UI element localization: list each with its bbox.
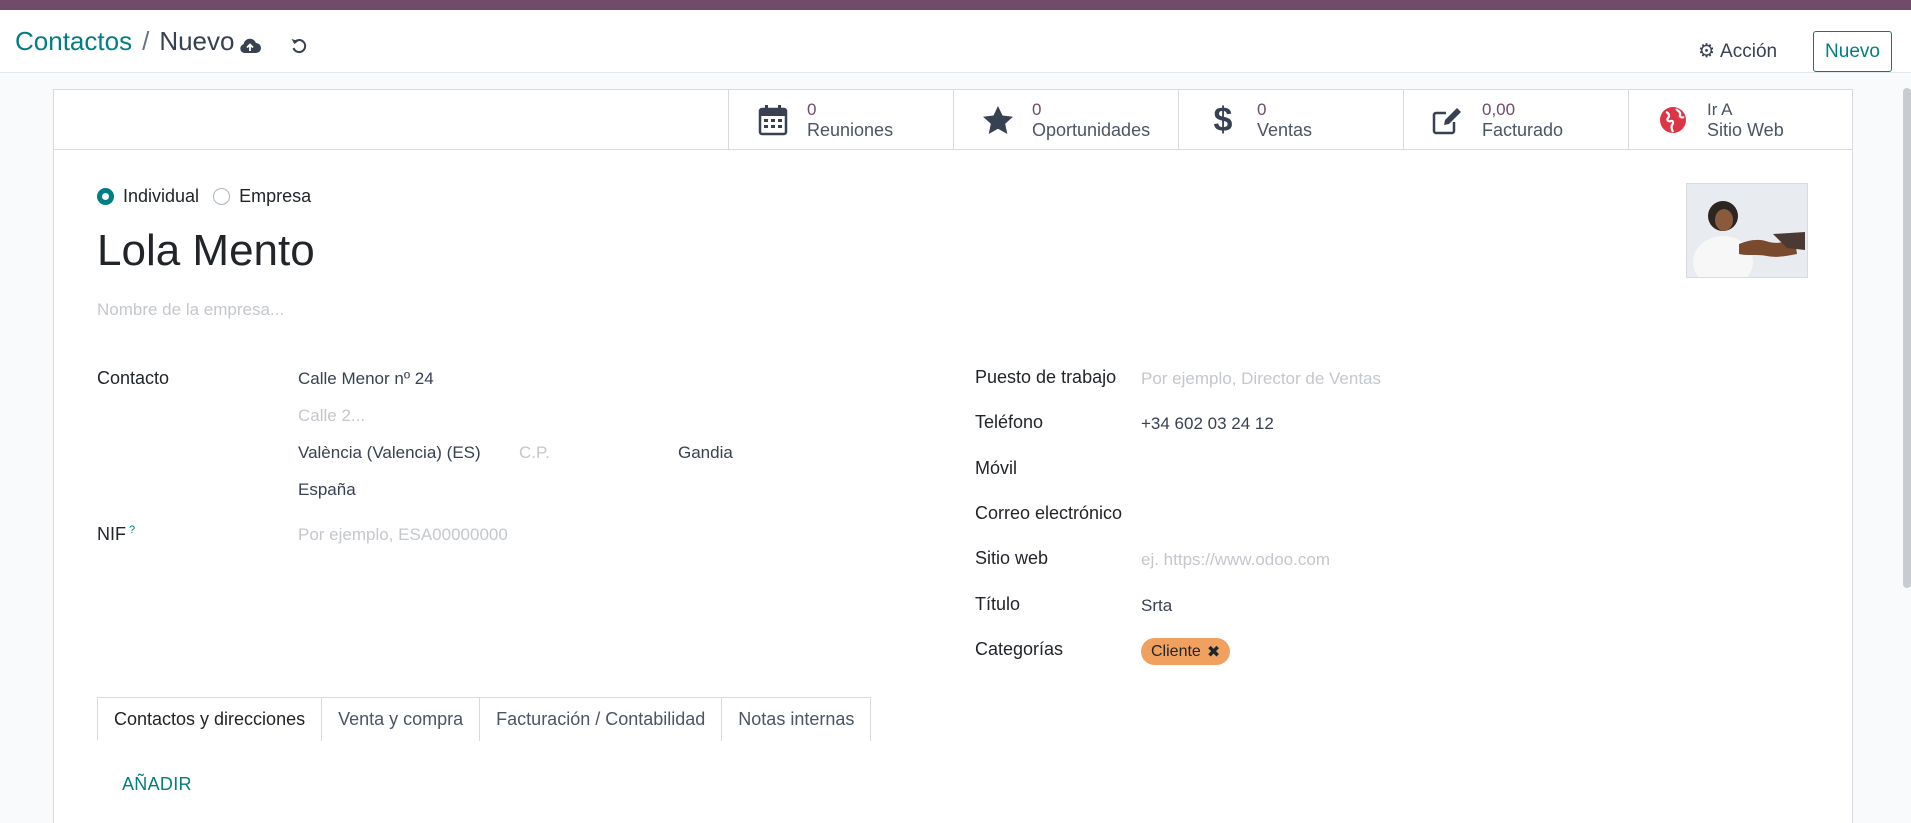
radio-company-label[interactable]: Empresa [239,186,311,207]
mobile-label: Móvil [975,458,1018,478]
star-icon [972,105,1024,135]
partner-avatar[interactable] [1686,183,1808,288]
stat-label: Facturado [1482,120,1564,140]
scrollbar[interactable] [1903,88,1911,588]
stat-value: 0 [1032,100,1042,119]
radio-individual-label[interactable]: Individual [123,186,199,207]
stat-button-invoiced[interactable]: 0,00 Facturado [1403,90,1628,150]
new-button[interactable]: Nuevo [1813,31,1892,72]
company-name-field[interactable]: Nombre de la empresa... [97,300,284,320]
nif-label: NIF? [97,524,135,545]
notebook-tabs: Contactos y direcciones Venta y compra F… [97,697,872,741]
tab-internal-notes[interactable]: Notas internas [721,697,872,741]
stat-button-opportunities[interactable]: 0 Oportunidades [953,90,1178,150]
tab-contacts-addresses[interactable]: Contactos y direcciones [97,697,323,741]
remove-tag-icon[interactable]: ✖ [1207,642,1220,662]
stat-button-website[interactable]: Ir A Sitio Web [1628,90,1852,150]
breadcrumb-contacts-link[interactable]: Contactos [15,26,132,57]
stat-button-meetings[interactable]: 0 Reuniones [728,90,953,150]
edit-icon [1422,105,1474,135]
calendar-icon [747,104,799,136]
stat-value: 0 [807,100,817,119]
title-field[interactable]: Srta [1141,596,1172,616]
job-field[interactable]: Por ejemplo, Director de Ventas [1141,369,1381,389]
job-label: Puesto de trabajo [975,367,1117,387]
smart-button-box: 0 Reuniones 0 Oportunidades $ 0 Ventas 0,00… [54,90,1852,150]
nif-label-text: NIF [97,524,126,544]
stat-label: Reuniones [807,120,894,140]
phone-label: Teléfono [975,412,1044,432]
street2-field[interactable]: Calle 2... [298,406,365,426]
company-type-selector: Individual Empresa [97,186,325,207]
breadcrumb-current: Nuevo [159,26,235,56]
globe-icon [1647,106,1699,134]
tab-invoicing[interactable]: Facturación / Contabilidad [479,697,723,741]
partner-name-field[interactable]: Lola Mento [97,226,315,276]
action-label: Acción [1720,40,1778,62]
add-contact-link[interactable]: AÑADIR [122,774,192,795]
zip-field[interactable]: C.P. [519,443,550,463]
contact-label: Contacto [97,368,170,388]
categories-label: Categorías [975,639,1064,659]
city-field[interactable]: Gandia [678,443,733,463]
title-label: Título [975,594,1021,614]
tab-sales-purchase[interactable]: Venta y compra [321,697,481,741]
street-field[interactable]: Calle Menor nº 24 [298,369,434,389]
website-label: Sitio web [975,548,1049,568]
dollar-icon: $ [1213,100,1233,139]
action-menu-button[interactable]: ⚙ Acción [1698,40,1777,63]
control-panel: Contactos / Nuevo ⚙ Acción Nuevo [0,10,1911,73]
discard-undo-icon[interactable] [285,32,313,60]
stat-label: Sitio Web [1707,120,1784,140]
stat-value: Ir A [1707,100,1733,119]
breadcrumb-separator: / [142,26,150,56]
stat-button-sales[interactable]: $ 0 Ventas [1178,90,1403,150]
radio-individual[interactable] [97,188,114,205]
stat-label: Oportunidades [1032,120,1151,140]
gear-icon: ⚙ [1698,41,1716,62]
save-cloud-icon[interactable] [236,32,264,60]
email-label: Correo electrónico [975,503,1123,523]
breadcrumb: Contactos / Nuevo [15,26,234,57]
country-field[interactable]: España [298,480,356,500]
radio-company[interactable] [213,188,231,205]
nif-help-icon[interactable]: ? [129,524,135,536]
stat-label: Ventas [1257,120,1313,140]
category-tag-label: Cliente [1151,642,1201,660]
website-field[interactable]: ej. https://www.odoo.com [1141,550,1330,570]
stat-value: 0,00 [1482,100,1516,119]
top-navbar [0,0,1911,10]
state-field[interactable]: València (Valencia) (ES) [298,443,481,463]
category-tag: Cliente ✖ [1141,638,1231,665]
nif-field[interactable]: Por ejemplo, ESA00000000 [298,525,508,545]
phone-field[interactable]: +34 602 03 24 12 [1141,414,1274,434]
stat-value: 0 [1257,100,1267,119]
